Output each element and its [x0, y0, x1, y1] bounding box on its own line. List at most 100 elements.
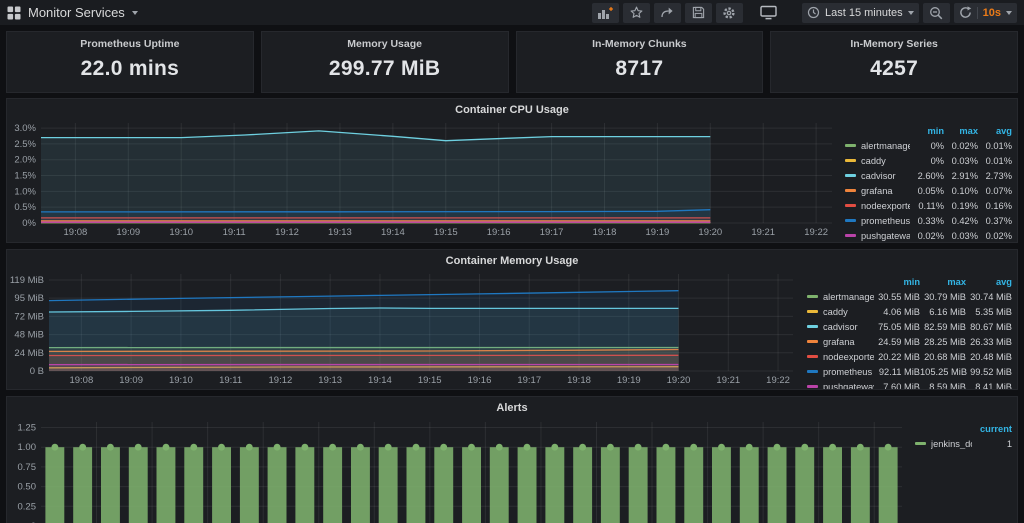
- memory-chart[interactable]: 19:0819:0919:1019:1119:1219:1319:1419:15…: [7, 269, 799, 387]
- zoom-out-button[interactable]: [923, 3, 950, 23]
- alert-point: [413, 444, 420, 451]
- legend-row-pushgateway[interactable]: pushgateway7.60 MiB8.59 MiB8.41 MiB: [799, 379, 1017, 390]
- alert-point: [607, 444, 614, 451]
- panel-title[interactable]: Prometheus Uptime: [7, 32, 253, 50]
- dashboard-title[interactable]: Monitor Services: [28, 5, 125, 20]
- legend-value: 82.59 MiB: [920, 322, 966, 332]
- y-tick-label: 0.75: [18, 462, 37, 473]
- refresh-caret-icon[interactable]: [1006, 11, 1012, 15]
- legend-value: 0.07%: [978, 186, 1012, 196]
- legend-row-caddy[interactable]: caddy4.06 MiB6.16 MiB5.35 MiB: [799, 304, 1017, 319]
- legend-row-grafana[interactable]: grafana0.05%0.10%0.07%: [837, 183, 1017, 198]
- legend-row-alertmanager[interactable]: alertmanager30.55 MiB30.79 MiB30.74 MiB: [799, 289, 1017, 304]
- add-panel-button[interactable]: [592, 3, 619, 23]
- legend-value: 0%: [910, 141, 944, 151]
- x-tick-label: 19:21: [751, 227, 775, 238]
- y-tick-label: 119 MiB: [10, 275, 44, 286]
- legend-swatch: [845, 174, 856, 177]
- legend-series-name: caddy: [861, 156, 910, 166]
- x-tick-label: 19:12: [269, 375, 293, 386]
- legend-series-name: pushgateway: [861, 231, 910, 241]
- legend-header-min[interactable]: min: [910, 126, 944, 136]
- legend-header-current[interactable]: current: [972, 424, 1012, 434]
- legend-series-name: alertmanager: [823, 292, 874, 302]
- star-button[interactable]: [623, 3, 650, 23]
- panel-title-cpu[interactable]: Container CPU Usage: [7, 99, 1017, 118]
- legend-value: 0.33%: [910, 216, 944, 226]
- legend-header-avg[interactable]: avg: [966, 277, 1012, 287]
- legend-value: 30.74 MiB: [966, 292, 1012, 302]
- settings-button[interactable]: [716, 3, 743, 23]
- cpu-chart[interactable]: 19:0819:0919:1019:1119:1219:1319:1419:15…: [7, 118, 837, 240]
- gear-icon: [722, 6, 736, 20]
- alert-bar: [157, 447, 176, 523]
- save-button[interactable]: [685, 3, 712, 23]
- dashboards-grid-icon[interactable]: [7, 6, 21, 20]
- legend-row-jenkins_down[interactable]: jenkins_down1: [907, 436, 1017, 451]
- alert-bar: [657, 447, 676, 523]
- y-tick-label: 2.0%: [14, 155, 36, 166]
- legend-value: 0.37%: [978, 216, 1012, 226]
- legend-value: 0.02%: [978, 231, 1012, 241]
- legend-row-pushgateway[interactable]: pushgateway0.02%0.03%0.02%: [837, 228, 1017, 243]
- legend-row-grafana[interactable]: grafana24.59 MiB28.25 MiB26.33 MiB: [799, 334, 1017, 349]
- legend-value: 2.73%: [978, 171, 1012, 181]
- legend-series-name: prometheus: [861, 216, 910, 226]
- legend-row-prometheus[interactable]: prometheus92.11 MiB105.25 MiB99.52 MiB: [799, 364, 1017, 379]
- legend-row-prometheus[interactable]: prometheus0.33%0.42%0.37%: [837, 213, 1017, 228]
- y-tick-label: 72 MiB: [14, 311, 44, 322]
- share-button[interactable]: [654, 3, 681, 23]
- legend-row-nodeexporter[interactable]: nodeexporter0.11%0.19%0.16%: [837, 198, 1017, 213]
- panel-title-memory[interactable]: Container Memory Usage: [7, 250, 1017, 269]
- alert-point: [190, 444, 197, 451]
- x-tick-label: 19:08: [69, 375, 93, 386]
- legend-series-name: alertmanager: [861, 141, 910, 151]
- tv-mode-button[interactable]: [755, 3, 782, 23]
- x-tick-label: 19:10: [169, 375, 193, 386]
- alert-point: [857, 444, 864, 451]
- legend-row-nodeexporter[interactable]: nodeexporter20.22 MiB20.68 MiB20.48 MiB: [799, 349, 1017, 364]
- legend-value: 0.42%: [944, 216, 978, 226]
- legend-value: 28.25 MiB: [920, 337, 966, 347]
- alert-bar: [518, 447, 537, 523]
- alert-point: [690, 444, 697, 451]
- legend-header-max[interactable]: max: [920, 277, 966, 287]
- alert-point: [385, 444, 392, 451]
- refresh-interval-label[interactable]: 10s: [983, 7, 1001, 19]
- x-tick-label: 19:22: [804, 227, 828, 238]
- refresh-button[interactable]: 10s: [954, 3, 1017, 23]
- legend-row-caddy[interactable]: caddy0%0.03%0.01%: [837, 153, 1017, 168]
- legend-row-alertmanager[interactable]: alertmanager0%0.02%0.01%: [837, 138, 1017, 153]
- x-tick-label: 19:20: [698, 227, 722, 238]
- legend-row-cadvisor[interactable]: cadvisor2.60%2.91%2.73%: [837, 168, 1017, 183]
- dashboard-caret-down-icon[interactable]: [132, 11, 138, 15]
- alerts-legend: current jenkins_down1: [907, 416, 1017, 523]
- x-tick-label: 19:15: [434, 227, 458, 238]
- y-tick-label: 0.25: [18, 501, 37, 512]
- x-tick-label: 19:15: [418, 375, 442, 386]
- legend-value: 0.16%: [978, 201, 1012, 211]
- series-area-prometheus: [49, 291, 679, 371]
- panel-title[interactable]: In-Memory Series: [771, 32, 1017, 50]
- alert-bar: [684, 447, 703, 523]
- time-range-picker[interactable]: Last 15 minutes: [802, 3, 919, 23]
- stat-panel-inmemory-series: In-Memory Series 4257: [770, 31, 1018, 93]
- panel-title-alerts[interactable]: Alerts: [7, 397, 1017, 416]
- panel-title[interactable]: In-Memory Chunks: [517, 32, 763, 50]
- y-tick-label: 48 MiB: [14, 330, 44, 341]
- legend-header-avg[interactable]: avg: [978, 126, 1012, 136]
- alerts-chart[interactable]: 00.250.500.751.001.25: [7, 416, 907, 523]
- legend-value: 24.59 MiB: [874, 337, 920, 347]
- legend-swatch: [845, 189, 856, 192]
- stat-value: 299.77 MiB: [262, 57, 508, 81]
- legend-swatch: [807, 310, 818, 313]
- panel-title[interactable]: Memory Usage: [262, 32, 508, 50]
- legend-header-min[interactable]: min: [874, 277, 920, 287]
- alert-bar: [73, 447, 92, 523]
- alert-bar: [879, 447, 898, 523]
- alert-bar: [545, 447, 564, 523]
- legend-header-max[interactable]: max: [944, 126, 978, 136]
- y-tick-label: 1.25: [18, 423, 37, 434]
- legend-row-cadvisor[interactable]: cadvisor75.05 MiB82.59 MiB80.67 MiB: [799, 319, 1017, 334]
- legend-value: 0.02%: [910, 231, 944, 241]
